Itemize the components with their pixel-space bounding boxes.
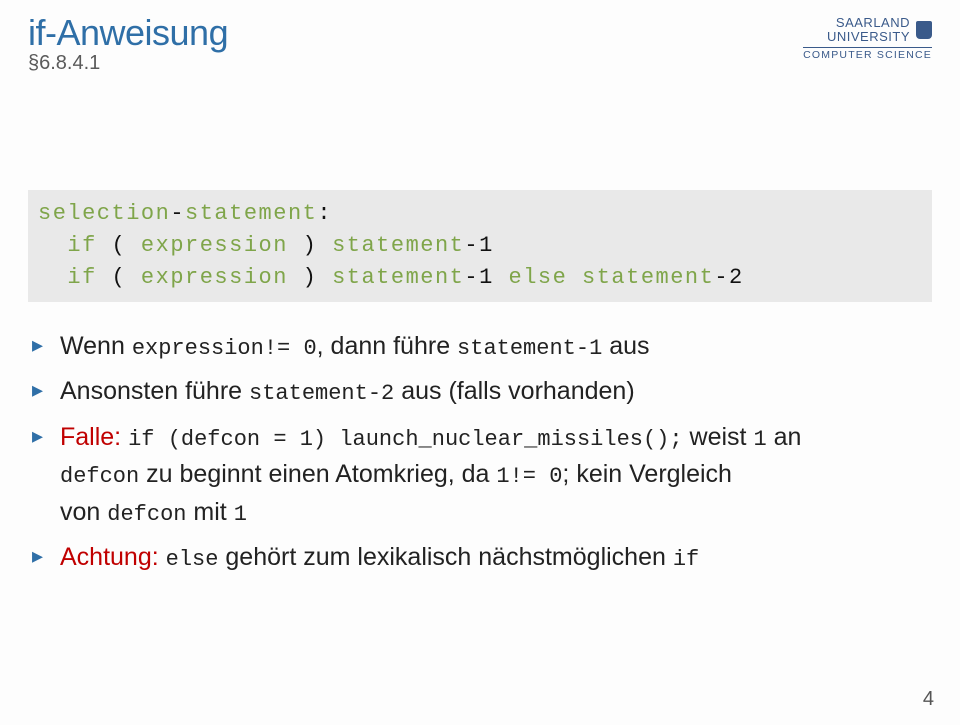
logo-text-1: SAARLAND (836, 15, 910, 30)
university-logo: SAARLAND UNIVERSITY COMPUTER SCIENCE (803, 12, 932, 61)
code-block: selection-statement: if ( expression ) s… (28, 190, 932, 302)
bullet-4: Achtung: else gehört zum lexikalisch näc… (28, 539, 932, 577)
section-ref: §6.8.4.1 (28, 52, 228, 75)
page-number: 4 (923, 688, 934, 711)
bullet-3: Falle: if (defcon = 1) launch_nuclear_mi… (28, 419, 932, 532)
bullet-1: Wenn expression!= 0, dann führe statemen… (28, 328, 932, 366)
logo-text-3: COMPUTER SCIENCE (803, 47, 932, 62)
title-block: if-Anweisung §6.8.4.1 (28, 12, 228, 75)
bullet-2: Ansonsten führe statement-2 aus (falls v… (28, 373, 932, 411)
slide: if-Anweisung §6.8.4.1 SAARLAND UNIVERSIT… (0, 0, 960, 725)
crest-icon (916, 21, 932, 39)
header-row: if-Anweisung §6.8.4.1 SAARLAND UNIVERSIT… (28, 12, 932, 75)
logo-text-2: UNIVERSITY (827, 29, 910, 44)
slide-title: if-Anweisung (28, 12, 228, 54)
bullet-list: Wenn expression!= 0, dann führe statemen… (28, 328, 932, 577)
